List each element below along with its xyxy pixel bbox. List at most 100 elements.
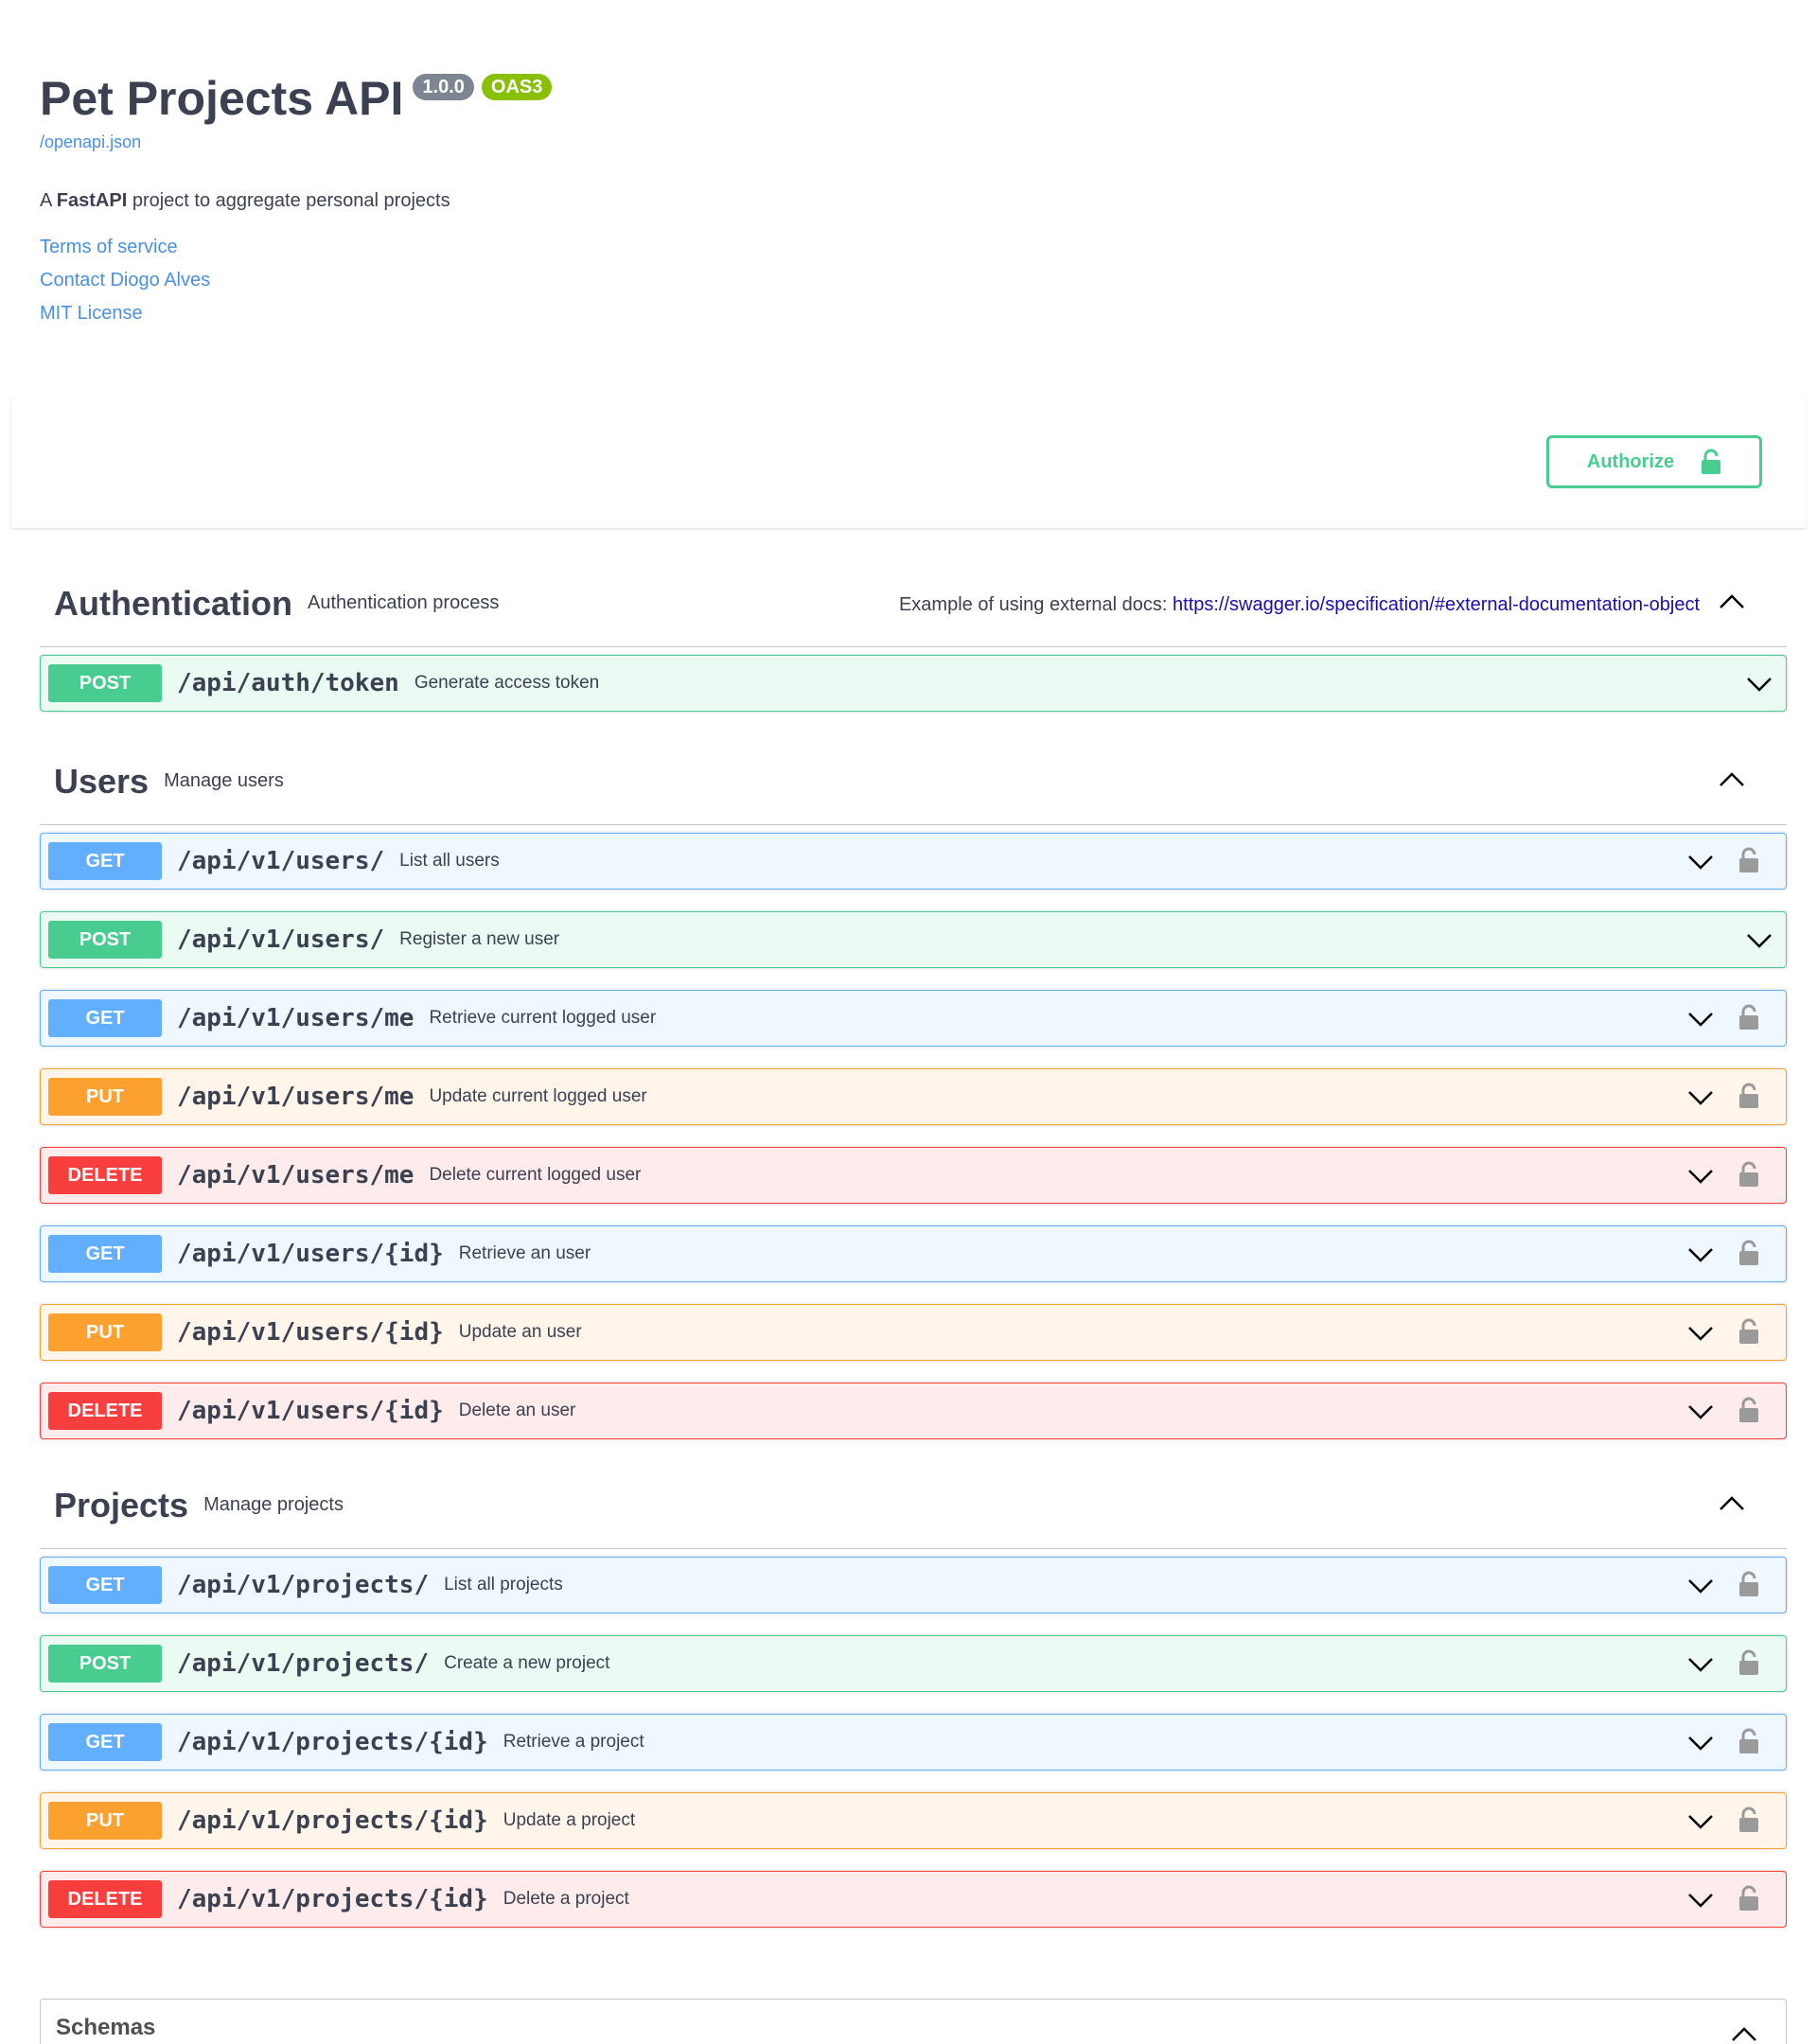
operation-put[interactable]: PUT/api/v1/users/me Update current logged… — [40, 1068, 1787, 1125]
operation-summary: Update a project — [503, 1810, 636, 1830]
authorize-button[interactable]: Authorize — [1546, 435, 1762, 488]
operation-path: /api/v1/users/{id} — [177, 1397, 444, 1425]
tag-name: Projects — [54, 1485, 189, 1524]
version-badge: 1.0.0 — [413, 74, 474, 100]
chevron-down-icon[interactable] — [1687, 1167, 1714, 1186]
operation-delete[interactable]: DELETE/api/v1/users/{id} Delete an user — [40, 1383, 1787, 1439]
operation-delete[interactable]: DELETE/api/v1/users/me Delete current log… — [40, 1147, 1787, 1204]
operation-path: /api/v1/projects/ — [177, 1649, 430, 1678]
chevron-down-icon[interactable] — [1687, 853, 1714, 872]
method-badge: GET — [48, 1235, 162, 1273]
operation-post[interactable]: POST/api/auth/token Generate access token — [40, 655, 1787, 712]
lock-icon[interactable] — [1738, 1004, 1759, 1031]
contact-link[interactable]: Contact Diogo Alves — [40, 264, 1743, 297]
operation-delete[interactable]: DELETE/api/v1/projects/{id} Delete a proj… — [40, 1871, 1787, 1928]
lock-icon[interactable] — [1738, 1806, 1759, 1833]
method-badge: GET — [48, 842, 162, 880]
operation-path: /api/v1/users/me — [177, 1083, 415, 1111]
chevron-down-icon[interactable] — [1687, 1891, 1714, 1910]
tag-section-users: Users Manage users GET/api/v1/users/List… — [40, 738, 1787, 1439]
operation-get[interactable]: GET/api/v1/projects/{id} Retrieve a proje… — [40, 1714, 1787, 1771]
lock-icon[interactable] — [1738, 1083, 1759, 1109]
method-badge: DELETE — [48, 1880, 162, 1918]
operation-summary: List all users — [399, 851, 500, 871]
operation-summary: Delete an user — [458, 1401, 576, 1420]
operations-list: POST/api/auth/token Generate access token — [40, 655, 1787, 712]
chevron-up-icon[interactable] — [1719, 1492, 1745, 1513]
chevron-down-icon[interactable] — [1687, 1734, 1714, 1753]
tag-header-users[interactable]: Users Manage users — [40, 738, 1787, 825]
operation-path: /api/v1/users/ — [177, 847, 385, 875]
operation-put[interactable]: PUT/api/v1/users/{id} Update an user — [40, 1304, 1787, 1361]
method-badge: PUT — [48, 1313, 162, 1351]
chevron-down-icon[interactable] — [1746, 931, 1773, 950]
chevron-up-icon[interactable] — [1719, 768, 1745, 789]
operation-get[interactable]: GET/api/v1/users/me Retrieve current logg… — [40, 990, 1787, 1047]
operation-summary: Update current logged user — [429, 1086, 647, 1106]
lock-icon[interactable] — [1738, 1649, 1759, 1676]
external-docs-link[interactable]: https://swagger.io/specification/#extern… — [1173, 594, 1700, 615]
schemas-section[interactable]: Schemas — [40, 1999, 1787, 2044]
operation-summary: Delete a project — [503, 1889, 629, 1909]
operation-path: /api/v1/projects/{id} — [177, 1806, 488, 1835]
authorize-label: Authorize — [1586, 450, 1675, 472]
api-info: Pet Projects API 1.0.0 OAS3 /openapi.jso… — [40, 68, 1743, 330]
lock-icon[interactable] — [1738, 1397, 1759, 1423]
desc-suffix: project to aggregate personal projects — [127, 190, 450, 211]
operations-list: GET/api/v1/projects/List all projects POS… — [40, 1557, 1787, 1928]
lock-icon[interactable] — [1738, 1728, 1759, 1754]
oas-badge: OAS3 — [481, 74, 553, 100]
method-badge: POST — [48, 1645, 162, 1683]
operation-path: /api/v1/users/me — [177, 1161, 415, 1189]
tag-description: Authentication process — [307, 592, 500, 613]
operation-path: /api/v1/users/ — [177, 925, 385, 954]
operation-summary: Generate access token — [414, 673, 600, 693]
chevron-down-icon[interactable] — [1687, 1812, 1714, 1831]
license-link[interactable]: MIT License — [40, 297, 1743, 330]
lock-icon[interactable] — [1738, 1240, 1759, 1266]
operation-summary: Retrieve an user — [458, 1243, 591, 1263]
chevron-down-icon[interactable] — [1687, 1245, 1714, 1264]
method-badge: POST — [48, 664, 162, 702]
lock-icon[interactable] — [1738, 1885, 1759, 1912]
tag-header-authentication[interactable]: Authentication Authentication process Ex… — [40, 560, 1787, 647]
tag-header-projects[interactable]: Projects Manage projects — [40, 1462, 1787, 1549]
terms-of-service-link[interactable]: Terms of service — [40, 231, 1743, 264]
operation-summary: Register a new user — [399, 929, 560, 949]
schemas-title: Schemas — [56, 2015, 156, 2040]
operation-post[interactable]: POST/api/v1/users/Register a new user — [40, 911, 1787, 968]
operation-summary: List all projects — [444, 1575, 563, 1595]
external-docs: Example of using external docs: https://… — [899, 594, 1700, 616]
chevron-down-icon[interactable] — [1687, 1655, 1714, 1674]
external-docs-prefix: Example of using external docs: — [898, 594, 1173, 615]
chevron-down-icon[interactable] — [1687, 1324, 1714, 1343]
operation-put[interactable]: PUT/api/v1/projects/{id} Update a project — [40, 1792, 1787, 1849]
lock-icon[interactable] — [1738, 1318, 1759, 1345]
desc-bold: FastAPI — [56, 190, 128, 211]
chevron-up-icon[interactable] — [1731, 2024, 1757, 2043]
chevron-up-icon[interactable] — [1719, 590, 1745, 611]
chevron-down-icon[interactable] — [1687, 1088, 1714, 1107]
api-description: A FastAPI project to aggregate personal … — [40, 190, 1743, 212]
lock-icon[interactable] — [1738, 847, 1759, 873]
operation-get[interactable]: GET/api/v1/users/List all users — [40, 833, 1787, 890]
openapi-json-link[interactable]: /openapi.json — [40, 132, 1743, 152]
operation-post[interactable]: POST/api/v1/projects/Create a new projec… — [40, 1635, 1787, 1692]
scheme-container: Authorize — [11, 396, 1806, 528]
method-badge: GET — [48, 1723, 162, 1761]
chevron-down-icon[interactable] — [1687, 1577, 1714, 1595]
operation-get[interactable]: GET/api/v1/users/{id} Retrieve an user — [40, 1225, 1787, 1282]
chevron-down-icon[interactable] — [1687, 1402, 1714, 1421]
chevron-down-icon[interactable] — [1746, 675, 1773, 694]
desc-prefix: A — [40, 190, 57, 211]
lock-icon[interactable] — [1738, 1571, 1759, 1597]
chevron-down-icon[interactable] — [1687, 1010, 1714, 1029]
method-badge: POST — [48, 921, 162, 959]
info-links: Terms of service Contact Diogo Alves MIT… — [40, 231, 1743, 330]
operation-get[interactable]: GET/api/v1/projects/List all projects — [40, 1557, 1787, 1613]
operation-summary: Retrieve a project — [503, 1732, 644, 1752]
tag-section-authentication: Authentication Authentication process Ex… — [40, 560, 1787, 712]
title-row: Pet Projects API 1.0.0 OAS3 — [40, 68, 1743, 129]
method-badge: DELETE — [48, 1392, 162, 1430]
lock-icon[interactable] — [1738, 1161, 1759, 1188]
